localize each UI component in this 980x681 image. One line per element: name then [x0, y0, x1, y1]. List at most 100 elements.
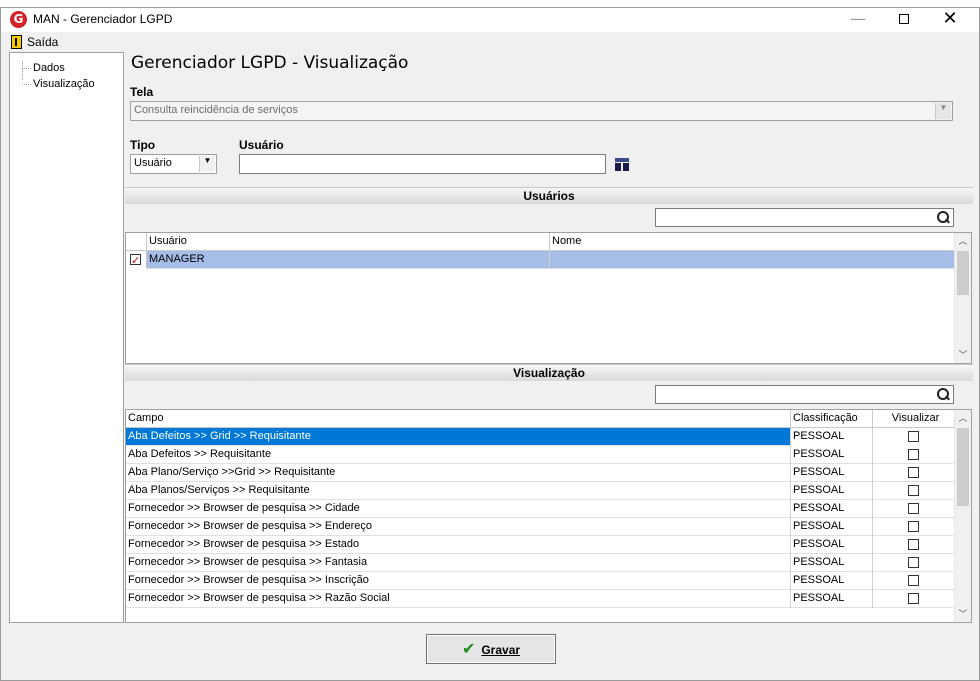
tree-item-dados[interactable]: Dados [33, 62, 65, 74]
visualizar-checkbox[interactable] [908, 539, 919, 550]
column-header-campo[interactable]: Campo [126, 410, 791, 428]
cell-campo: Fornecedor >> Browser de pesquisa >> Raz… [126, 590, 791, 608]
scrollbar-thumb[interactable] [957, 251, 969, 295]
cell-classificacao: PESSOAL [791, 572, 873, 590]
cell-usuario: MANAGER [147, 251, 550, 269]
cell-visualizar[interactable] [873, 464, 956, 482]
users-grid-scrollbar[interactable]: ︿ ﹀ [954, 233, 971, 363]
visualizar-checkbox[interactable] [908, 521, 919, 532]
visualizar-checkbox[interactable] [908, 503, 919, 514]
column-header-classificacao[interactable]: Classificação [791, 410, 873, 428]
cell-visualizar[interactable] [873, 554, 956, 572]
users-section-header: Usuários [125, 187, 973, 204]
cell-visualizar[interactable] [873, 590, 956, 608]
visualizar-checkbox[interactable] [908, 557, 919, 568]
cell-visualizar[interactable] [873, 500, 956, 518]
cell-visualizar[interactable] [873, 572, 956, 590]
cell-classificacao: PESSOAL [791, 518, 873, 536]
table-row[interactable]: Aba Planos/Serviços >> Requisitante PESSO… [126, 482, 956, 500]
background-app-strip [0, 0, 980, 7]
table-row[interactable]: Fornecedor >> Browser de pesquisa >> Raz… [126, 590, 956, 608]
scrollbar-thumb[interactable] [957, 428, 969, 506]
window-title: MAN - Gerenciador LGPD [33, 12, 173, 26]
navigation-tree: Dados Visualização [9, 52, 124, 623]
screen-select-value: Consulta reincidência de serviços [134, 104, 298, 116]
close-button[interactable]: ✕ [927, 8, 973, 32]
users-grid: Usuário Nome MANAGER ︿ ﹀ [125, 232, 972, 364]
cell-visualizar[interactable] [873, 428, 956, 446]
column-header-nome[interactable]: Nome [550, 233, 956, 251]
table-row[interactable]: Aba Defeitos >> Grid >> Requisitante PESS… [126, 428, 956, 446]
cell-visualizar[interactable] [873, 518, 956, 536]
cell-campo: Aba Plano/Serviço >>Grid >> Requisitante [126, 464, 791, 482]
visualizar-checkbox[interactable] [908, 593, 919, 604]
type-label: Tipo [130, 138, 156, 152]
main-content: Gerenciador LGPD - Visualização Tela Con… [125, 52, 973, 623]
tree-connector [22, 68, 31, 69]
column-header-usuario[interactable]: Usuário [147, 233, 550, 251]
title-bar: G MAN - Gerenciador LGPD — ✕ [1, 8, 979, 32]
cell-classificacao: PESSOAL [791, 464, 873, 482]
maximize-button[interactable] [881, 8, 927, 32]
save-button-label: Gravar [481, 643, 521, 657]
table-row[interactable]: Fornecedor >> Browser de pesquisa >> Cid… [126, 500, 956, 518]
cell-classificacao: PESSOAL [791, 446, 873, 464]
tree-item-visualizacao[interactable]: Visualização [33, 78, 95, 90]
cell-visualizar[interactable] [873, 536, 956, 554]
visualizar-checkbox[interactable] [908, 431, 919, 442]
table-row[interactable]: Fornecedor >> Browser de pesquisa >> Fan… [126, 554, 956, 572]
type-select-value: Usuário [134, 157, 172, 169]
view-search-input[interactable] [655, 385, 954, 404]
visualizar-checkbox[interactable] [908, 467, 919, 478]
cell-classificacao: PESSOAL [791, 554, 873, 572]
column-header-check [126, 233, 147, 251]
table-row[interactable]: Aba Defeitos >> Requisitante PESSOAL [126, 446, 956, 464]
view-grid-scrollbar[interactable]: ︿ ﹀ [954, 410, 971, 622]
view-section-header: Visualização [125, 364, 973, 381]
visualizar-checkbox[interactable] [908, 449, 919, 460]
main-window: G MAN - Gerenciador LGPD — ✕ Saída Dados… [0, 7, 980, 681]
visualizar-checkbox[interactable] [908, 485, 919, 496]
exit-door-icon[interactable] [11, 35, 22, 49]
chevron-down-icon: ▼ [199, 156, 215, 172]
table-row[interactable]: MANAGER [126, 251, 956, 269]
cell-campo: Fornecedor >> Browser de pesquisa >> Est… [126, 536, 791, 554]
view-grid: Campo Classificação Visualizar Aba Defei… [125, 409, 972, 623]
screen-select[interactable]: Consulta reincidência de serviços ▼ [130, 101, 953, 121]
menu-bar: Saída [1, 32, 979, 52]
table-row[interactable]: Fornecedor >> Browser de pesquisa >> Ins… [126, 572, 956, 590]
cell-campo: Aba Planos/Serviços >> Requisitante [126, 482, 791, 500]
table-row[interactable]: Fornecedor >> Browser de pesquisa >> End… [126, 518, 956, 536]
tree-connector [22, 84, 31, 85]
cell-classificacao: PESSOAL [791, 536, 873, 554]
column-header-visualizar[interactable]: Visualizar [873, 410, 956, 428]
cell-visualizar[interactable] [873, 446, 956, 464]
row-check-cell[interactable] [126, 251, 147, 269]
minimize-button[interactable]: — [835, 8, 881, 32]
user-input[interactable] [239, 154, 606, 174]
table-row[interactable]: Aba Plano/Serviço >>Grid >> Requisitante… [126, 464, 956, 482]
users-search-input[interactable] [655, 208, 954, 227]
cell-classificacao: PESSOAL [791, 590, 873, 608]
scroll-down-icon[interactable]: ﹀ [955, 347, 971, 363]
page-title: Gerenciador LGPD - Visualização [131, 53, 409, 73]
type-select[interactable]: Usuário ▼ [130, 154, 217, 174]
table-row[interactable]: Fornecedor >> Browser de pesquisa >> Est… [126, 536, 956, 554]
scroll-up-icon[interactable]: ︿ [955, 233, 971, 249]
app-logo-icon: G [10, 11, 27, 28]
binoculars-search-icon[interactable] [614, 157, 630, 171]
cell-visualizar[interactable] [873, 482, 956, 500]
checkmark-icon: ✔ [461, 639, 476, 658]
screen-label: Tela [130, 85, 154, 99]
cell-classificacao: PESSOAL [791, 428, 873, 446]
save-button[interactable]: ✔ Gravar [426, 634, 556, 664]
cell-classificacao: PESSOAL [791, 500, 873, 518]
visualizar-checkbox[interactable] [908, 575, 919, 586]
search-icon[interactable] [936, 387, 950, 401]
menu-exit[interactable]: Saída [27, 35, 58, 49]
search-icon[interactable] [936, 210, 950, 224]
maximize-icon [899, 14, 909, 24]
checkbox-checked[interactable] [130, 252, 141, 269]
scroll-up-icon[interactable]: ︿ [955, 410, 971, 426]
scroll-down-icon[interactable]: ﹀ [955, 606, 971, 622]
